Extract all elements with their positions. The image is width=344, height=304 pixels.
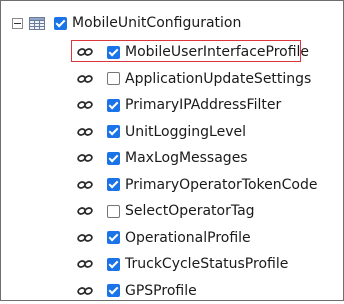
link-icon <box>77 100 93 110</box>
item-label[interactable]: GPSProfile <box>125 282 197 300</box>
tree-item[interactable]: PrimaryIPAddressFilter <box>77 92 317 119</box>
root-label[interactable]: MobileUnitConfiguration <box>72 14 241 32</box>
link-icon <box>77 206 93 216</box>
item-checkbox[interactable] <box>107 284 120 297</box>
item-label[interactable]: MaxLogMessages <box>125 149 248 167</box>
tree-panel: MobileUnitConfiguration MobileUserInterf… <box>0 0 344 301</box>
link-icon <box>77 233 93 243</box>
tree-item[interactable]: TruckCycleStatusProfile <box>77 251 317 278</box>
tree-item[interactable]: UnitLoggingLevel <box>77 119 317 146</box>
tree-root-row[interactable]: MobileUnitConfiguration <box>12 14 241 32</box>
link-icon <box>77 180 93 190</box>
item-label[interactable]: UnitLoggingLevel <box>125 123 246 141</box>
tree-item[interactable]: SelectOperatorTag <box>77 198 317 225</box>
link-icon <box>77 259 93 269</box>
item-label[interactable]: OperationalProfile <box>125 229 251 247</box>
tree-item[interactable]: MobileUserInterfaceProfile <box>77 39 317 66</box>
item-checkbox[interactable] <box>107 205 120 218</box>
root-checkbox[interactable] <box>54 17 67 30</box>
item-checkbox[interactable] <box>107 125 120 138</box>
item-label[interactable]: PrimaryOperatorTokenCode <box>125 176 317 194</box>
table-icon <box>29 17 45 30</box>
item-checkbox[interactable] <box>107 99 120 112</box>
item-checkbox[interactable] <box>107 46 120 59</box>
link-icon <box>77 286 93 296</box>
item-label[interactable]: SelectOperatorTag <box>125 202 255 220</box>
link-icon <box>77 153 93 163</box>
item-checkbox[interactable] <box>107 178 120 191</box>
item-checkbox[interactable] <box>107 152 120 165</box>
item-checkbox[interactable] <box>107 231 120 244</box>
item-label[interactable]: TruckCycleStatusProfile <box>125 255 288 273</box>
link-icon <box>77 47 93 57</box>
item-checkbox[interactable] <box>107 72 120 85</box>
item-checkbox[interactable] <box>107 258 120 271</box>
item-label[interactable]: PrimaryIPAddressFilter <box>125 96 281 114</box>
link-icon <box>77 127 93 137</box>
tree-item[interactable]: PrimaryOperatorTokenCode <box>77 172 317 199</box>
item-label[interactable]: ApplicationUpdateSettings <box>125 70 311 88</box>
collapse-icon[interactable] <box>12 18 23 29</box>
item-label[interactable]: MobileUserInterfaceProfile <box>125 43 309 61</box>
tree-item[interactable]: OperationalProfile <box>77 225 317 252</box>
tree-item[interactable]: ApplicationUpdateSettings <box>77 66 317 93</box>
tree-item[interactable]: MaxLogMessages <box>77 145 317 172</box>
link-icon <box>77 74 93 84</box>
child-list: MobileUserInterfaceProfile ApplicationUpd… <box>77 39 317 304</box>
tree-item[interactable]: GPSProfile <box>77 278 317 304</box>
